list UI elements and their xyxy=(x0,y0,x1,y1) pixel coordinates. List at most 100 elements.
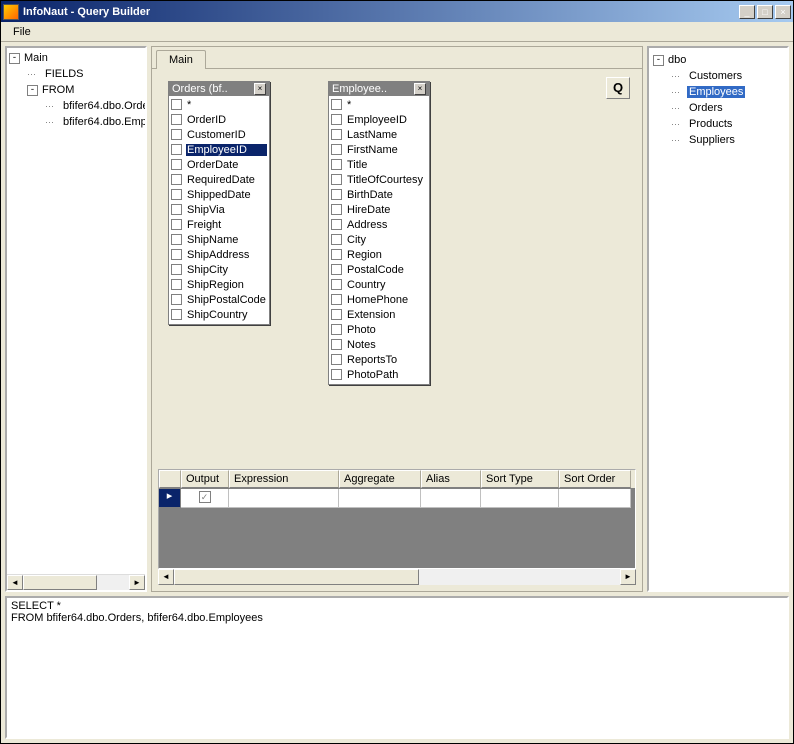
scroll-left-button[interactable]: ◄ xyxy=(7,575,23,590)
field-checkbox[interactable] xyxy=(171,159,182,170)
field-item[interactable]: BirthDate xyxy=(331,187,427,202)
tree-node-dbo[interactable]: dbo xyxy=(666,54,688,66)
field-item[interactable]: LastName xyxy=(331,127,427,142)
table-box-orders[interactable]: Orders (bf..×*OrderIDCustomerIDEmployeeI… xyxy=(168,81,270,325)
grid-header-alias[interactable]: Alias xyxy=(421,470,481,488)
table-box-employees[interactable]: Employee..×*EmployeeIDLastNameFirstNameT… xyxy=(328,81,430,385)
field-checkbox[interactable] xyxy=(331,129,342,140)
field-checkbox[interactable] xyxy=(171,204,182,215)
field-checkbox[interactable] xyxy=(171,264,182,275)
left-panel-hscrollbar[interactable]: ◄ ► xyxy=(7,574,145,590)
field-item[interactable]: Country xyxy=(331,277,427,292)
minimize-button[interactable]: _ xyxy=(739,5,755,19)
titlebar[interactable]: InfoNaut - Query Builder _ □ × xyxy=(0,0,794,22)
close-button[interactable]: × xyxy=(775,5,791,19)
scroll-right-button[interactable]: ► xyxy=(620,569,636,585)
grid-row-selector[interactable]: ▸ xyxy=(159,489,181,508)
field-item[interactable]: RequiredDate xyxy=(171,172,267,187)
right-tree-panel[interactable]: - dbo ⋯Customers⋯Employees⋯Orders⋯Produc… xyxy=(647,46,789,592)
scroll-right-button[interactable]: ► xyxy=(129,575,145,590)
field-item[interactable]: HomePhone xyxy=(331,292,427,307)
grid-header-aggregate[interactable]: Aggregate xyxy=(339,470,421,488)
field-checkbox[interactable] xyxy=(331,324,342,335)
field-item[interactable]: CustomerID xyxy=(171,127,267,142)
grid-cell-expression[interactable] xyxy=(229,489,339,508)
field-checkbox[interactable] xyxy=(171,129,182,140)
field-checkbox[interactable] xyxy=(331,204,342,215)
field-item[interactable]: EmployeeID xyxy=(171,142,267,157)
tree-node-products[interactable]: Products xyxy=(687,118,734,130)
field-item[interactable]: ShippedDate xyxy=(171,187,267,202)
q-button[interactable]: Q xyxy=(606,77,630,99)
field-item[interactable]: Title xyxy=(331,157,427,172)
field-item[interactable]: City xyxy=(331,232,427,247)
output-checkbox[interactable]: ✓ xyxy=(199,491,211,503)
grid-header-output[interactable]: Output xyxy=(181,470,229,488)
tree-node-from-item-1[interactable]: bfifer64.dbo.Employees xyxy=(61,116,147,128)
field-item[interactable]: ShipAddress xyxy=(171,247,267,262)
tree-node-fields[interactable]: FIELDS xyxy=(43,68,86,80)
field-item[interactable]: ShipCity xyxy=(171,262,267,277)
tab-main[interactable]: Main xyxy=(156,50,206,69)
sql-pane[interactable]: SELECT * FROM bfifer64.dbo.Orders, bfife… xyxy=(5,596,789,739)
field-item[interactable]: ShipRegion xyxy=(171,277,267,292)
grid-cell-sortorder[interactable] xyxy=(559,489,631,508)
field-item[interactable]: PostalCode xyxy=(331,262,427,277)
field-item[interactable]: ReportsTo xyxy=(331,352,427,367)
field-checkbox[interactable] xyxy=(331,99,342,110)
tree-toggle-from[interactable]: - xyxy=(27,85,38,96)
field-item[interactable]: Photo xyxy=(331,322,427,337)
field-checkbox[interactable] xyxy=(331,369,342,380)
tree-node-from-item-0[interactable]: bfifer64.dbo.Orders xyxy=(61,100,147,112)
tree-node-from[interactable]: FROM xyxy=(40,84,76,96)
grid-cell-alias[interactable] xyxy=(421,489,481,508)
grid-row[interactable]: ▸ ✓ xyxy=(159,489,635,508)
field-checkbox[interactable] xyxy=(331,294,342,305)
field-item[interactable]: OrderID xyxy=(171,112,267,127)
field-item[interactable]: ShipCountry xyxy=(171,307,267,322)
maximize-button[interactable]: □ xyxy=(757,5,773,19)
field-checkbox[interactable] xyxy=(331,234,342,245)
center-hscrollbar[interactable]: ◄ ► xyxy=(158,569,636,585)
field-checkbox[interactable] xyxy=(331,354,342,365)
tree-node-orders[interactable]: Orders xyxy=(687,102,725,114)
field-checkbox[interactable] xyxy=(331,279,342,290)
field-checkbox[interactable] xyxy=(331,249,342,260)
left-tree-panel[interactable]: - Main ⋯ FIELDS - FROM ⋯ bfifer6 xyxy=(5,46,147,592)
grid-header-expression[interactable]: Expression xyxy=(229,470,339,488)
menu-file[interactable]: File xyxy=(5,24,39,40)
field-item[interactable]: HireDate xyxy=(331,202,427,217)
tree-node-employees[interactable]: Employees xyxy=(687,86,745,98)
field-item[interactable]: PhotoPath xyxy=(331,367,427,382)
field-checkbox[interactable] xyxy=(331,264,342,275)
grid-header-sortorder[interactable]: Sort Order xyxy=(559,470,631,488)
tree-node-customers[interactable]: Customers xyxy=(687,70,744,82)
table-close-icon[interactable]: × xyxy=(414,83,426,95)
field-checkbox[interactable] xyxy=(171,249,182,260)
scroll-track[interactable] xyxy=(23,575,129,590)
field-checkbox[interactable] xyxy=(331,159,342,170)
tree-node-main[interactable]: Main xyxy=(22,52,50,64)
tree-toggle-main[interactable]: - xyxy=(9,53,20,64)
field-item[interactable]: TitleOfCourtesy xyxy=(331,172,427,187)
scroll-track[interactable] xyxy=(174,569,620,585)
field-checkbox[interactable] xyxy=(171,234,182,245)
field-item[interactable]: * xyxy=(171,97,267,112)
field-item[interactable]: * xyxy=(331,97,427,112)
field-checkbox[interactable] xyxy=(171,279,182,290)
field-checkbox[interactable] xyxy=(331,219,342,230)
table-title[interactable]: Orders (bf..× xyxy=(169,82,269,96)
field-item[interactable]: Region xyxy=(331,247,427,262)
field-checkbox[interactable] xyxy=(171,189,182,200)
field-checkbox[interactable] xyxy=(171,219,182,230)
field-item[interactable]: ShipVia xyxy=(171,202,267,217)
field-item[interactable]: ShipPostalCode xyxy=(171,292,267,307)
grid-header-sorttype[interactable]: Sort Type xyxy=(481,470,559,488)
field-item[interactable]: Freight xyxy=(171,217,267,232)
field-checkbox[interactable] xyxy=(171,294,182,305)
field-checkbox[interactable] xyxy=(171,144,182,155)
field-item[interactable]: OrderDate xyxy=(171,157,267,172)
field-checkbox[interactable] xyxy=(331,189,342,200)
field-checkbox[interactable] xyxy=(331,174,342,185)
field-item[interactable]: Notes xyxy=(331,337,427,352)
